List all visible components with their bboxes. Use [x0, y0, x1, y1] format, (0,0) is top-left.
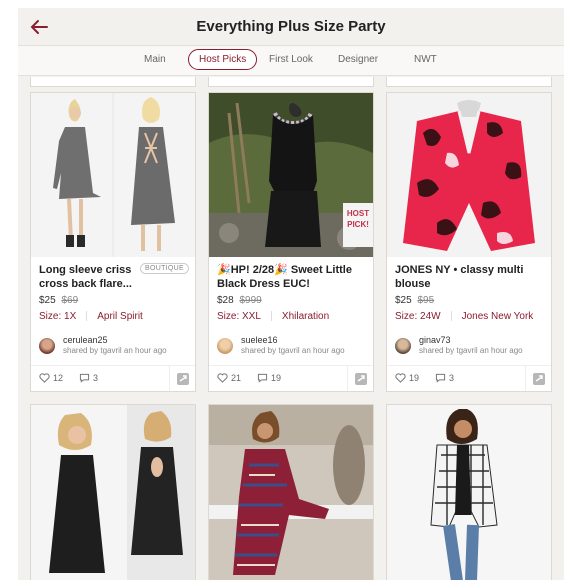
like-button[interactable]: 12 — [39, 373, 63, 383]
comment-button[interactable]: 19 — [257, 373, 281, 383]
divider — [270, 311, 272, 322]
listing-card[interactable]: HOST PICK! 🎉HP! 2/28🎉 Sweet Little Black… — [208, 92, 374, 392]
comment-button[interactable]: 3 — [435, 373, 454, 383]
like-count: 19 — [409, 373, 420, 383]
seller-info: ginav73 shared by tgavril an hour ago — [395, 335, 545, 357]
comment-button[interactable]: 3 — [79, 373, 98, 383]
avatar[interactable] — [395, 338, 411, 354]
size-label[interactable]: Size: XXL — [217, 311, 261, 322]
shared-by-text: shared by tgavril an hour ago — [63, 346, 167, 355]
listing-card[interactable] — [386, 404, 552, 580]
size-brand: Size: 1X April Spirit — [39, 311, 143, 322]
listing-image[interactable] — [31, 93, 195, 257]
tab-nwt[interactable]: NWT — [414, 54, 437, 65]
listing-card[interactable]: JONES NY • classy multi blouse $25 $95 S… — [386, 92, 552, 392]
share-icon — [177, 373, 189, 385]
size-label[interactable]: Size: 24W — [395, 311, 441, 322]
header: Everything Plus Size Party — [18, 8, 564, 46]
svg-text:PICK!: PICK! — [347, 220, 369, 229]
like-count: 21 — [231, 373, 242, 383]
listing-title[interactable]: JONES NY • classy multi blouse — [395, 263, 545, 291]
listing-image[interactable] — [387, 93, 551, 257]
boutique-badge: BOUTIQUE — [140, 263, 189, 274]
sale-price: $25 — [39, 295, 56, 306]
listing-card[interactable] — [30, 404, 196, 580]
seller-name[interactable]: suelee16 — [241, 335, 278, 345]
host-pick-stamp: HOST — [347, 209, 369, 218]
action-bar: 19 3 — [387, 365, 551, 391]
brand-label[interactable]: Jones New York — [462, 311, 534, 322]
shared-by-text: shared by tgavril an hour ago — [419, 346, 523, 355]
listing-image[interactable] — [209, 405, 373, 580]
app-frame: Everything Plus Size Party Main Host Pic… — [18, 8, 564, 580]
listing-title[interactable]: Long sleeve criss cross back flare... — [39, 263, 155, 291]
share-icon — [355, 373, 367, 385]
listing-card[interactable] — [208, 404, 374, 580]
comment-icon — [435, 373, 446, 383]
share-button[interactable] — [169, 366, 195, 391]
divider — [86, 311, 88, 322]
size-brand: Size: 24W Jones New York — [395, 311, 533, 322]
listing-image[interactable] — [387, 405, 551, 580]
original-price: $69 — [61, 295, 79, 306]
sale-price: $25 — [395, 295, 412, 306]
previous-row-card — [386, 77, 552, 87]
share-button[interactable] — [347, 366, 373, 391]
heart-icon — [217, 373, 228, 383]
original-price: $95 — [417, 295, 435, 306]
tab-designer[interactable]: Designer — [338, 54, 378, 65]
avatar[interactable] — [217, 338, 233, 354]
like-button[interactable]: 21 — [217, 373, 241, 383]
listing-image[interactable]: HOST PICK! — [209, 93, 373, 257]
comment-count: 19 — [271, 373, 282, 383]
heart-icon — [39, 373, 50, 383]
listing-card[interactable]: Long sleeve criss cross back flare... BO… — [30, 92, 196, 392]
price: $25 $95 — [395, 295, 434, 306]
size-brand: Size: XXL Xhilaration — [217, 311, 329, 322]
listing-image[interactable] — [31, 405, 195, 580]
tab-main[interactable]: Main — [144, 54, 166, 65]
divider — [450, 311, 452, 322]
avatar[interactable] — [39, 338, 55, 354]
original-price: $999 — [239, 295, 262, 306]
heart-icon — [395, 373, 406, 383]
share-icon — [533, 373, 545, 385]
previous-row-card — [30, 77, 196, 87]
action-bar: 21 19 — [209, 365, 373, 391]
comment-count: 3 — [93, 373, 99, 383]
listing-title[interactable]: 🎉HP! 2/28🎉 Sweet Little Black Dress EUC! — [217, 263, 367, 291]
seller-name[interactable]: cerulean25 — [63, 335, 108, 345]
price: $25 $69 — [39, 295, 78, 306]
price: $28 $999 — [217, 295, 262, 306]
size-label[interactable]: Size: 1X — [39, 311, 76, 322]
comment-icon — [79, 373, 90, 383]
previous-row-card — [208, 77, 374, 87]
seller-info: cerulean25 shared by tgavril an hour ago — [39, 335, 189, 357]
seller-name[interactable]: ginav73 — [419, 335, 451, 345]
like-count: 12 — [53, 373, 64, 383]
tab-bar: Main Host Picks First Look Designer NWT — [18, 46, 564, 76]
page-title: Everything Plus Size Party — [196, 18, 386, 35]
action-bar: 12 3 — [31, 365, 195, 391]
sale-price: $28 — [217, 295, 234, 306]
share-button[interactable] — [525, 366, 551, 391]
shared-by-text: shared by tgavril an hour ago — [241, 346, 345, 355]
brand-label[interactable]: April Spirit — [97, 311, 143, 322]
tab-host-picks[interactable]: Host Picks — [188, 49, 258, 70]
like-button[interactable]: 19 — [395, 373, 419, 383]
comment-count: 3 — [449, 373, 455, 383]
brand-label[interactable]: Xhilaration — [282, 311, 329, 322]
comment-icon — [257, 373, 268, 383]
tab-first-look[interactable]: First Look — [269, 54, 313, 65]
seller-info: suelee16 shared by tgavril an hour ago — [217, 335, 367, 357]
